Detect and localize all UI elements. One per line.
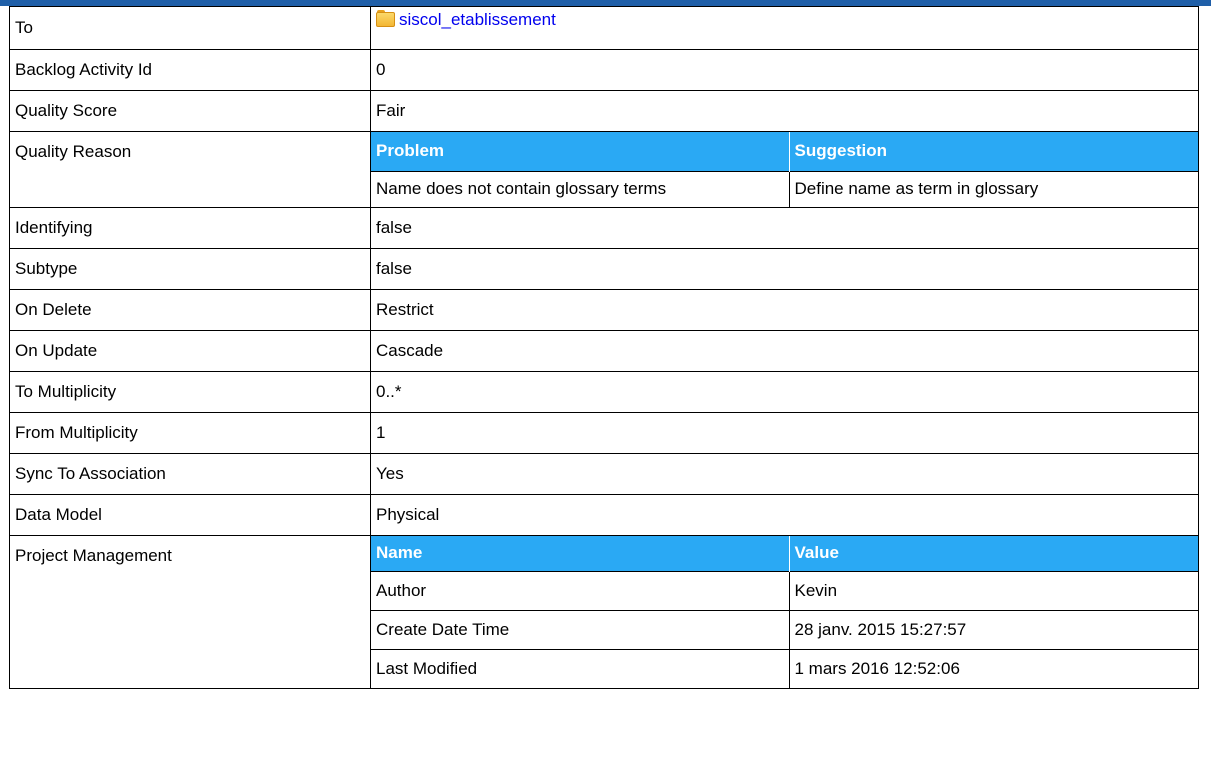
label-from-multiplicity: From Multiplicity — [9, 412, 371, 454]
label-on-delete: On Delete — [9, 289, 371, 331]
label-quality-score: Quality Score — [9, 90, 371, 132]
label-data-model: Data Model — [9, 494, 371, 536]
value-sync-to-association: Yes — [370, 453, 1199, 495]
label-identifying: Identifying — [9, 207, 371, 249]
label-subtype: Subtype — [9, 248, 371, 290]
table-row: Last Modified 1 mars 2016 12:52:06 — [371, 648, 1198, 688]
column-header-problem: Problem — [371, 132, 789, 171]
row-on-delete: On Delete Restrict — [9, 289, 1199, 331]
column-header-suggestion: Suggestion — [788, 132, 1198, 171]
value-backlog-activity-id: 0 — [370, 49, 1199, 91]
project-management-table: Name Value Author Kevin Create Date Time… — [371, 536, 1198, 688]
table-row: Author Kevin — [371, 570, 1198, 610]
table-row: Name does not contain glossary terms Def… — [371, 170, 1198, 207]
value-quality-reason: Problem Suggestion Name does not contain… — [370, 131, 1199, 208]
row-quality-score: Quality Score Fair — [9, 90, 1199, 132]
value-identifying: false — [370, 207, 1199, 249]
value-subtype: false — [370, 248, 1199, 290]
problem-cell: Name does not contain glossary terms — [371, 170, 789, 207]
column-header-name: Name — [371, 536, 789, 571]
value-quality-score: Fair — [370, 90, 1199, 132]
project-management-header-row: Name Value — [371, 536, 1198, 571]
row-quality-reason: Quality Reason Problem Suggestion Name d… — [9, 131, 1199, 208]
value-project-management: Name Value Author Kevin Create Date Time… — [370, 535, 1199, 689]
siscol-etablissement-link[interactable]: siscol_etablissement — [399, 10, 556, 29]
row-identifying: Identifying false — [9, 207, 1199, 249]
value-to-multiplicity: 0..* — [370, 371, 1199, 413]
pm-value-cell: Kevin — [788, 570, 1198, 610]
table-row: Create Date Time 28 janv. 2015 15:27:57 — [371, 609, 1198, 649]
folder-icon — [376, 10, 395, 27]
pm-value-cell: 1 mars 2016 12:52:06 — [788, 648, 1198, 688]
properties-table: To siscol_etablissement Backlog Activity… — [9, 6, 1199, 689]
value-data-model: Physical — [370, 494, 1199, 536]
row-subtype: Subtype false — [9, 248, 1199, 290]
label-to: To — [9, 6, 371, 50]
row-backlog-activity-id: Backlog Activity Id 0 — [9, 49, 1199, 91]
quality-reason-table: Problem Suggestion Name does not contain… — [371, 132, 1198, 207]
label-sync-to-association: Sync To Association — [9, 453, 371, 495]
row-to-multiplicity: To Multiplicity 0..* — [9, 371, 1199, 413]
label-project-management: Project Management — [9, 535, 371, 689]
value-on-update: Cascade — [370, 330, 1199, 372]
value-from-multiplicity: 1 — [370, 412, 1199, 454]
label-on-update: On Update — [9, 330, 371, 372]
row-on-update: On Update Cascade — [9, 330, 1199, 372]
row-data-model: Data Model Physical — [9, 494, 1199, 536]
pm-name-cell: Create Date Time — [371, 609, 789, 649]
label-quality-reason: Quality Reason — [9, 131, 371, 208]
value-to: siscol_etablissement — [370, 6, 1199, 50]
label-backlog-activity-id: Backlog Activity Id — [9, 49, 371, 91]
row-sync-to-association: Sync To Association Yes — [9, 453, 1199, 495]
suggestion-cell: Define name as term in glossary — [788, 170, 1198, 207]
row-to: To siscol_etablissement — [9, 6, 1199, 50]
row-from-multiplicity: From Multiplicity 1 — [9, 412, 1199, 454]
column-header-value: Value — [788, 536, 1198, 571]
label-to-multiplicity: To Multiplicity — [9, 371, 371, 413]
pm-value-cell: 28 janv. 2015 15:27:57 — [788, 609, 1198, 649]
value-on-delete: Restrict — [370, 289, 1199, 331]
row-project-management: Project Management Name Value Author Kev… — [9, 535, 1199, 689]
quality-reason-header-row: Problem Suggestion — [371, 132, 1198, 171]
pm-name-cell: Last Modified — [371, 648, 789, 688]
pm-name-cell: Author — [371, 570, 789, 610]
